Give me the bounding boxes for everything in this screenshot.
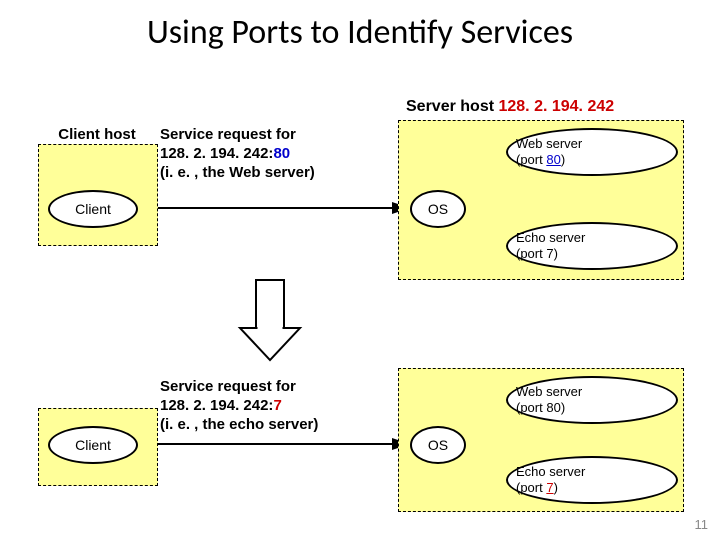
req1-line1: Service request for <box>160 126 380 145</box>
echo-server-ellipse-bottom: Echo server (port 7) <box>506 456 678 504</box>
down-arrow-icon <box>240 280 300 360</box>
server-host-label: Server host 128. 2. 194. 242 <box>406 98 614 116</box>
os-text-top: OS <box>428 201 448 217</box>
echo-port-top: 7 <box>546 246 553 261</box>
service-request-text-bottom: Service request for 128. 2. 194. 242:7 (… <box>160 378 380 434</box>
req1-ip: 128. 2. 194. 242: <box>160 145 273 162</box>
echo-port-prefix-bottom: (port <box>516 480 546 495</box>
web-port-suffix-top: ) <box>561 152 565 167</box>
web-port-bottom: 80 <box>546 400 560 415</box>
echo-server-ellipse-top: Echo server (port 7) <box>506 222 678 270</box>
web-server-ellipse-top: Web server (port 80) <box>506 128 678 176</box>
slide-title: Using Ports to Identify Services <box>0 12 720 53</box>
req2-port: 7 <box>273 397 281 414</box>
web-server-label-top: Web server <box>516 136 676 152</box>
web-port-prefix-top: (port <box>516 152 546 167</box>
page-number: 11 <box>695 517 709 532</box>
web-port-suffix-bottom: ) <box>561 400 565 415</box>
service-request-text-top: Service request for 128. 2. 194. 242:80 … <box>160 126 380 182</box>
echo-server-label-bottom: Echo server <box>516 464 676 480</box>
client-text-bottom: Client <box>75 437 111 453</box>
echo-port-bottom: 7 <box>546 480 553 495</box>
os-text-bottom: OS <box>428 437 448 453</box>
web-server-ellipse-bottom: Web server (port 80) <box>506 376 678 424</box>
req2-ip: 128. 2. 194. 242: <box>160 397 273 414</box>
req2-line1: Service request for <box>160 378 380 397</box>
echo-server-label-top: Echo server <box>516 230 676 246</box>
client-ellipse-bottom: Client <box>48 426 138 464</box>
echo-port-suffix-bottom: ) <box>554 480 558 495</box>
echo-port-suffix-top: ) <box>554 246 558 261</box>
server-host-prefix: Server host <box>406 98 498 115</box>
client-ellipse-top: Client <box>48 190 138 228</box>
web-port-top: 80 <box>546 152 560 167</box>
client-text: Client <box>75 201 111 217</box>
web-port-prefix-bottom: (port <box>516 400 546 415</box>
req1-port: 80 <box>273 145 290 162</box>
os-ellipse-top: OS <box>410 190 466 228</box>
server-host-ip: 128. 2. 194. 242 <box>498 98 614 115</box>
req1-line3: (i. e. , the Web server) <box>160 164 380 183</box>
echo-port-prefix-top: (port <box>516 246 546 261</box>
os-ellipse-bottom: OS <box>410 426 466 464</box>
req2-line3: (i. e. , the echo server) <box>160 416 380 435</box>
web-server-label-bottom: Web server <box>516 384 676 400</box>
client-host-label: Client host <box>42 126 152 143</box>
